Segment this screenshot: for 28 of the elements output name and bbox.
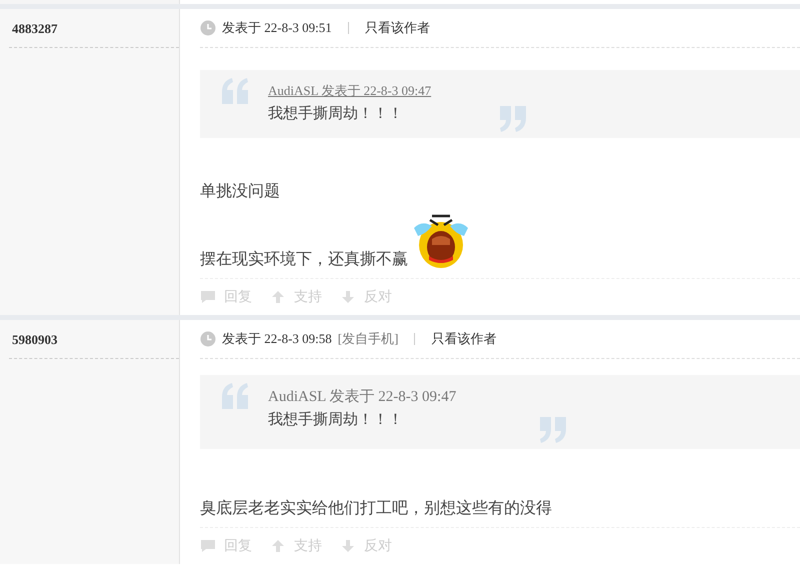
- clock-icon: [200, 331, 216, 347]
- quote-text: 我想手撕周劫！！！: [268, 410, 404, 429]
- separator-bar: [414, 333, 416, 345]
- post-text: 臭底层老老实实给他们打工吧，别想这些有的没得: [200, 498, 552, 519]
- separator-bar: [348, 22, 349, 34]
- close-quote-icon: [498, 106, 528, 132]
- up-arrow-icon: [270, 290, 286, 304]
- down-arrow-icon: [340, 290, 356, 304]
- open-quote-icon: [220, 383, 250, 409]
- speech-bubble-icon: [200, 539, 216, 553]
- clock-icon: [200, 20, 216, 36]
- post-time: 发表于 22-8-3 09:58: [222, 330, 332, 348]
- open-quote-icon: [220, 78, 250, 104]
- speech-bubble-icon: [200, 290, 216, 304]
- up-arrow-icon: [270, 539, 286, 553]
- quote-text: 我想手撕周劫！！！: [268, 104, 404, 123]
- post-source: [发自手机]: [338, 330, 398, 348]
- post-text: 单挑没问题: [200, 182, 280, 202]
- post-text: 摆在现实环境下，还真撕不赢: [200, 250, 408, 270]
- author-only-link[interactable]: 只看该作者: [431, 330, 496, 348]
- author-only-link[interactable]: 只看该作者: [364, 19, 430, 37]
- quote-author: AudiASL 发表于 22-8-3 09:47: [268, 388, 456, 406]
- close-quote-icon: [538, 417, 568, 443]
- user-id: 4883287: [9, 9, 179, 48]
- quote-author-link[interactable]: AudiASL 发表于 22-8-3 09:47: [268, 82, 432, 100]
- post-time: 发表于 22-8-3 09:51: [222, 19, 332, 37]
- user-id: 5980903: [9, 320, 179, 359]
- down-arrow-icon: [340, 539, 356, 553]
